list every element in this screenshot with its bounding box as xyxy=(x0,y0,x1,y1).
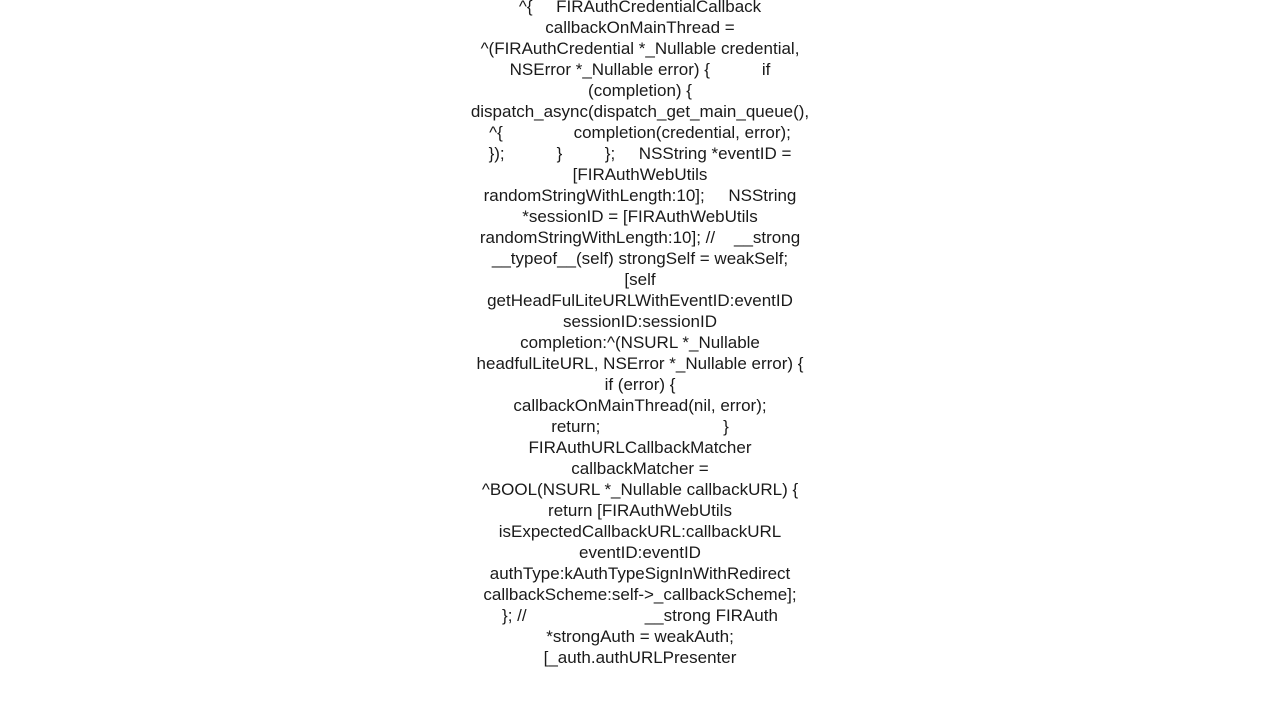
code-content: ^{ FIRAuthCredentialCallback callbackOnM… xyxy=(470,0,810,668)
code-text-block: ^{ FIRAuthCredentialCallback callbackOnM… xyxy=(470,0,810,668)
